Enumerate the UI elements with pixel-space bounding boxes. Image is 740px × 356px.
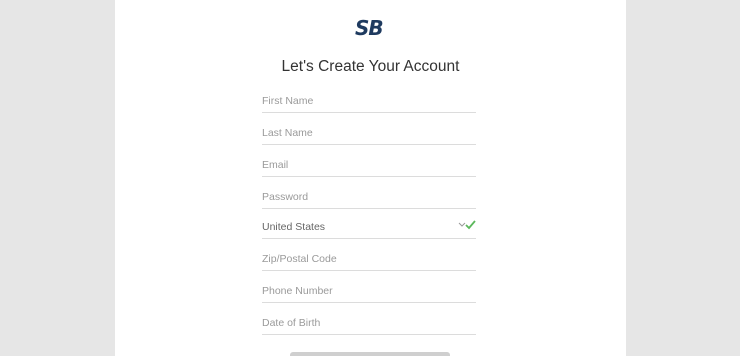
checkmark-icon: [465, 220, 476, 230]
zip-field[interactable]: [262, 250, 476, 271]
phone-field[interactable]: [262, 282, 476, 303]
password-field[interactable]: [262, 188, 476, 209]
first-name-input[interactable]: [262, 92, 452, 110]
signup-card: SB Let's Create Your Account United Stat…: [115, 0, 626, 356]
first-name-field[interactable]: [262, 92, 476, 113]
submit-button[interactable]: [290, 352, 450, 356]
phone-input[interactable]: [262, 282, 452, 300]
dob-field[interactable]: [262, 314, 476, 335]
last-name-field[interactable]: [262, 124, 476, 145]
zip-input[interactable]: [262, 250, 452, 268]
country-select[interactable]: United States: [262, 218, 476, 239]
dob-input[interactable]: [262, 314, 452, 332]
brand-logo: SB: [355, 16, 384, 40]
country-select-value: United States: [262, 221, 326, 233]
page-title: Let's Create Your Account: [281, 58, 460, 75]
email-field[interactable]: [262, 156, 476, 177]
page-background: SB Let's Create Your Account United Stat…: [0, 0, 740, 356]
password-input[interactable]: [262, 188, 452, 206]
last-name-input[interactable]: [262, 124, 452, 142]
email-input[interactable]: [262, 156, 452, 174]
